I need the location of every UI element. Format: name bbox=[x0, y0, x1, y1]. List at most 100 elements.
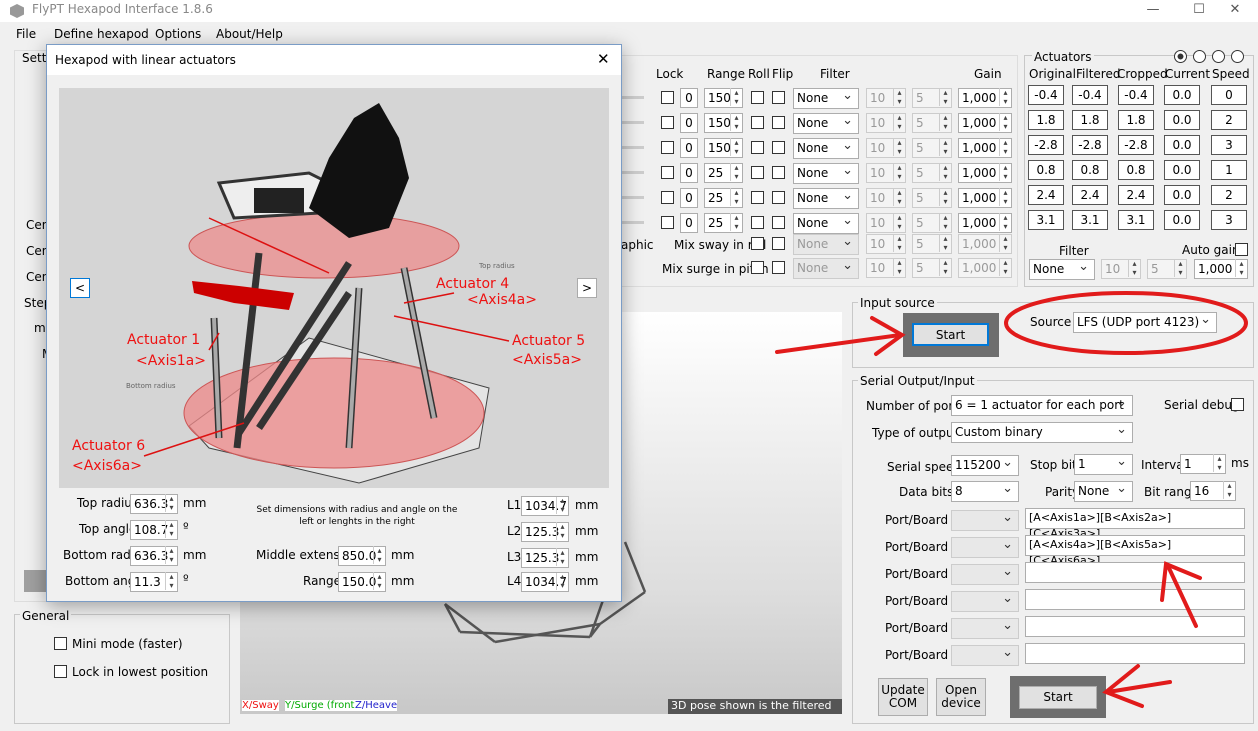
bottom-angle-spinner[interactable]: 11.3 bbox=[130, 572, 178, 592]
roll-checkbox[interactable] bbox=[751, 191, 764, 204]
flip-checkbox[interactable] bbox=[772, 116, 785, 129]
bit-range-spinner[interactable]: 16 bbox=[1190, 481, 1236, 501]
port-board-select[interactable] bbox=[951, 508, 1019, 531]
filter-select[interactable]: None bbox=[793, 136, 859, 159]
gain-spinner[interactable]: 1,000 bbox=[958, 213, 1012, 233]
port-board-format-input[interactable] bbox=[1025, 589, 1245, 610]
menu-options[interactable]: Options bbox=[155, 27, 201, 41]
flip-checkbox[interactable] bbox=[772, 216, 785, 229]
zero-button[interactable]: 0 bbox=[680, 188, 698, 208]
zero-button[interactable]: 0 bbox=[680, 138, 698, 158]
port-board-format-input[interactable]: [A<Axis1a>][B<Axis2a>][C<Axis3a>] bbox=[1025, 508, 1245, 540]
filter-select[interactable]: None bbox=[793, 86, 859, 109]
slider-track[interactable] bbox=[622, 96, 644, 99]
ports-select[interactable]: 6 = 1 actuator for each port bbox=[951, 393, 1133, 416]
stop-bits-select[interactable]: 1 bbox=[1074, 452, 1133, 475]
filter-select[interactable]: None bbox=[793, 211, 859, 234]
source-select[interactable]: LFS (UDP port 4123) bbox=[1073, 310, 1217, 333]
filter-param2[interactable]: 5 bbox=[912, 138, 952, 158]
dialog-prev-button[interactable]: < bbox=[70, 278, 90, 298]
roll-checkbox[interactable] bbox=[751, 91, 764, 104]
roll-checkbox[interactable] bbox=[751, 141, 764, 154]
mini-mode-checkbox[interactable] bbox=[54, 637, 67, 650]
menu-file[interactable]: File bbox=[16, 27, 36, 41]
parity-select[interactable]: None bbox=[1074, 479, 1133, 502]
mix-filter-param2[interactable]: 5 bbox=[912, 234, 952, 254]
filter-param2[interactable]: 5 bbox=[912, 113, 952, 133]
mix-flip-checkbox[interactable] bbox=[772, 237, 785, 250]
radio-1-selected-icon[interactable] bbox=[1174, 50, 1187, 63]
lock-checkbox[interactable] bbox=[661, 166, 674, 179]
port-board-select[interactable] bbox=[951, 562, 1019, 585]
serial-start-button[interactable]: Start bbox=[1019, 686, 1097, 709]
flip-checkbox[interactable] bbox=[772, 191, 785, 204]
l2-spinner[interactable]: 125.3 bbox=[521, 522, 569, 542]
update-com-button[interactable]: Update COM bbox=[878, 678, 928, 716]
auto-gain-checkbox[interactable] bbox=[1235, 243, 1248, 256]
l3-spinner[interactable]: 125.3 bbox=[521, 548, 569, 568]
mix-gain-spinner[interactable]: 1,000 bbox=[958, 234, 1012, 254]
lock-checkbox[interactable] bbox=[661, 141, 674, 154]
filter-param1[interactable]: 10 bbox=[866, 113, 906, 133]
close-window-button[interactable]: ✕ bbox=[1212, 0, 1258, 22]
filter-select[interactable]: None bbox=[793, 111, 859, 134]
top-angle-spinner[interactable]: 108.7 bbox=[130, 520, 178, 540]
lock-checkbox[interactable] bbox=[661, 91, 674, 104]
mix-flip-checkbox[interactable] bbox=[772, 261, 785, 274]
l4-spinner[interactable]: 1034.7 bbox=[521, 572, 569, 592]
lock-lowest-checkbox[interactable] bbox=[54, 665, 67, 678]
lock-checkbox[interactable] bbox=[661, 191, 674, 204]
gain-spinner[interactable]: 1,000 bbox=[958, 163, 1012, 183]
gain-spinner[interactable]: 1,000 bbox=[958, 88, 1012, 108]
dialog-close-button[interactable]: ✕ bbox=[597, 50, 610, 68]
actuator-filter-param2[interactable]: 5 bbox=[1147, 259, 1187, 279]
lock-checkbox[interactable] bbox=[661, 116, 674, 129]
flip-checkbox[interactable] bbox=[772, 141, 785, 154]
slider-track[interactable] bbox=[622, 146, 644, 149]
filter-param1[interactable]: 10 bbox=[866, 138, 906, 158]
top-radius-spinner[interactable]: 636.3 bbox=[130, 494, 178, 514]
slider-track[interactable] bbox=[622, 221, 644, 224]
lock-checkbox[interactable] bbox=[661, 216, 674, 229]
port-board-select[interactable] bbox=[951, 535, 1019, 558]
mix-filter-param1[interactable]: 10 bbox=[866, 258, 906, 278]
actuator-gain-spinner[interactable]: 1,000 bbox=[1194, 259, 1248, 279]
radio-2-icon[interactable] bbox=[1193, 50, 1206, 63]
l1-spinner[interactable]: 1034.7 bbox=[521, 496, 569, 516]
zero-button[interactable]: 0 bbox=[680, 163, 698, 183]
slider-track[interactable] bbox=[622, 121, 644, 124]
port-board-select[interactable] bbox=[951, 589, 1019, 612]
filter-select[interactable]: None bbox=[793, 161, 859, 184]
zero-button[interactable]: 0 bbox=[680, 113, 698, 133]
range-spinner[interactable]: 25 bbox=[704, 188, 743, 208]
range-spinner[interactable]: 150.0 bbox=[338, 572, 386, 592]
serial-debug-checkbox[interactable] bbox=[1231, 398, 1244, 411]
flip-checkbox[interactable] bbox=[772, 91, 785, 104]
roll-checkbox[interactable] bbox=[751, 116, 764, 129]
output-type-select[interactable]: Custom binary bbox=[951, 420, 1133, 443]
slider-track[interactable] bbox=[622, 196, 644, 199]
menu-define-hexapod[interactable]: Define hexapod bbox=[54, 27, 149, 41]
minimize-button[interactable]: — bbox=[1130, 0, 1176, 22]
menu-about-help[interactable]: About/Help bbox=[216, 27, 283, 41]
zero-button[interactable]: 0 bbox=[680, 213, 698, 233]
roll-checkbox[interactable] bbox=[751, 216, 764, 229]
data-bits-select[interactable]: 8 bbox=[951, 479, 1019, 502]
filter-param1[interactable]: 10 bbox=[866, 163, 906, 183]
interval-spinner[interactable]: 1 bbox=[1180, 454, 1226, 474]
filter-param2[interactable]: 5 bbox=[912, 88, 952, 108]
range-spinner[interactable]: 25 bbox=[704, 213, 743, 233]
port-board-format-input[interactable] bbox=[1025, 562, 1245, 583]
filter-param1[interactable]: 10 bbox=[866, 213, 906, 233]
port-board-format-input[interactable] bbox=[1025, 616, 1245, 637]
filter-param1[interactable]: 10 bbox=[866, 88, 906, 108]
mix-checkbox[interactable] bbox=[751, 261, 764, 274]
filter-select[interactable]: None bbox=[793, 186, 859, 209]
filter-param2[interactable]: 5 bbox=[912, 213, 952, 233]
actuator-filter-select[interactable]: None bbox=[1029, 257, 1095, 280]
port-board-select[interactable] bbox=[951, 643, 1019, 666]
dialog-next-button[interactable]: > bbox=[577, 278, 597, 298]
range-spinner[interactable]: 25 bbox=[704, 163, 743, 183]
gain-spinner[interactable]: 1,000 bbox=[958, 188, 1012, 208]
filter-param1[interactable]: 10 bbox=[866, 188, 906, 208]
